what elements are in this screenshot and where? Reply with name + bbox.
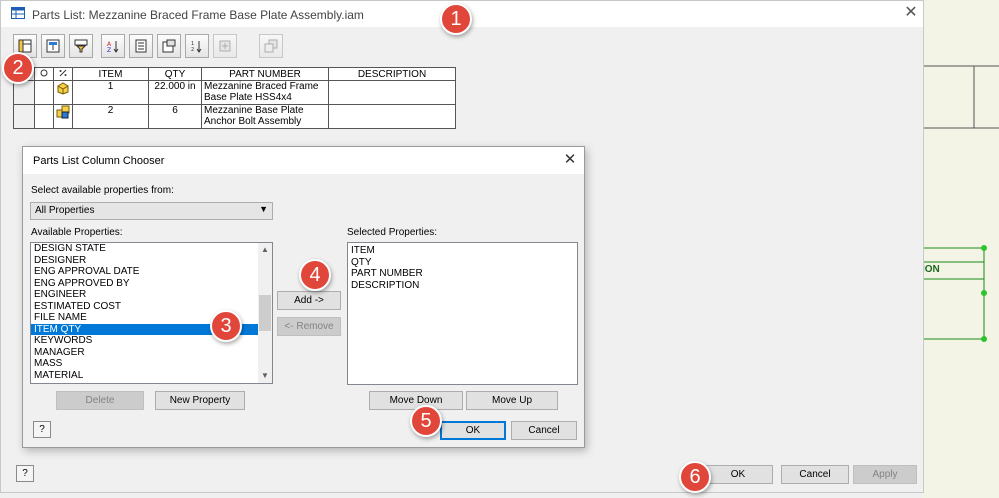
add-vault-item-button[interactable] (213, 34, 237, 58)
help-button[interactable]: ? (16, 465, 34, 482)
svg-text:2: 2 (191, 47, 194, 53)
drawing-canvas: ION (922, 0, 999, 498)
available-properties-label: Available Properties: (31, 227, 123, 238)
table-header-row: ITEM QTY PART NUMBER DESCRIPTION (13, 67, 456, 81)
percent-column-header[interactable] (53, 67, 73, 81)
callout-marker: 3 (210, 310, 242, 342)
close-icon[interactable]: ✕ (901, 3, 921, 23)
qty-cell[interactable]: 22.000 in (148, 80, 202, 105)
dialog-title-bar: Parts List Column Chooser ✕ (23, 147, 584, 174)
row-header[interactable] (13, 104, 35, 129)
column-chooser-icon (18, 39, 32, 53)
list-item[interactable]: ITEM (348, 245, 577, 257)
drawing-lines (922, 65, 999, 342)
group-settings-button[interactable] (41, 34, 65, 58)
column-header[interactable]: QTY (148, 67, 202, 81)
move-up-button[interactable]: Move Up (466, 391, 558, 410)
assembly-icon (56, 105, 70, 119)
dialog-title: Parts List Column Chooser (33, 155, 165, 167)
chevron-down-icon: ▼ (259, 204, 268, 214)
description-cell[interactable] (328, 104, 456, 129)
sort-button[interactable]: AZ (101, 34, 125, 58)
column-header[interactable]: ITEM (72, 67, 149, 81)
table-row[interactable]: 2 6 Mezzanine Base Plate Anchor Bolt Ass… (13, 104, 456, 129)
list-item[interactable]: DESCRIPTION (348, 280, 577, 292)
select-from-label: Select available properties from: (31, 185, 174, 196)
group-settings-icon (46, 39, 60, 53)
column-header[interactable]: DESCRIPTION (328, 67, 456, 81)
help-button[interactable]: ? (33, 421, 51, 438)
renumber-items-button[interactable]: 12 (185, 34, 209, 58)
qty-cell[interactable]: 6 (148, 104, 202, 129)
column-header[interactable]: PART NUMBER (201, 67, 329, 81)
list-item[interactable]: MASS (31, 358, 272, 370)
parts-list-table: ITEM QTY PART NUMBER DESCRIPTION 1 22.00… (13, 67, 456, 129)
part-number-cell[interactable]: Mezzanine Braced Frame Base Plate HSS4x4 (201, 80, 329, 105)
list-item[interactable]: MATERIAL (31, 370, 272, 382)
filter-settings-icon (74, 39, 88, 53)
drawing-text-fragment: ION (922, 264, 940, 275)
ok-button[interactable]: OK (440, 421, 506, 440)
callout-marker: 6 (679, 461, 711, 493)
selected-properties-label: Selected Properties: (347, 227, 438, 238)
part-number-cell[interactable]: Mezzanine Base Plate Anchor Bolt Assembl… (201, 104, 329, 129)
member-assembly-icon (264, 39, 278, 53)
part-type-cell (53, 104, 73, 129)
callout-marker: 5 (410, 405, 442, 437)
apply-button[interactable]: Apply (853, 465, 917, 484)
callout-marker: 2 (2, 52, 34, 84)
item-cell[interactable]: 1 (72, 80, 149, 105)
cancel-button[interactable]: Cancel (781, 465, 849, 484)
override-cell (34, 104, 54, 129)
callout-marker: 1 (440, 3, 472, 35)
table-layout-icon (162, 39, 176, 53)
delete-button[interactable]: Delete (56, 391, 144, 410)
list-item[interactable]: ENG APPROVED BY (31, 278, 272, 290)
property-source-dropdown[interactable]: All Properties ▼ (30, 202, 273, 220)
list-item[interactable]: QTY (348, 257, 577, 269)
scrollbar-thumb[interactable] (259, 295, 271, 331)
cancel-button[interactable]: Cancel (511, 421, 577, 440)
table-row[interactable]: 1 22.000 in Mezzanine Braced Frame Base … (13, 80, 456, 105)
scrollbar[interactable]: ▲ ▼ (258, 243, 272, 383)
part-icon (57, 82, 69, 95)
scroll-up-icon[interactable]: ▲ (258, 243, 272, 257)
scroll-down-icon[interactable]: ▼ (258, 369, 272, 383)
item-cell[interactable]: 2 (72, 104, 149, 129)
row-header[interactable] (13, 80, 35, 105)
percent-icon (59, 69, 67, 76)
list-item[interactable]: DESIGN STATE (31, 243, 272, 255)
list-item[interactable]: DESIGNER (31, 255, 272, 267)
list-item[interactable]: ENG APPROVAL DATE (31, 266, 272, 278)
override-icon (40, 69, 48, 76)
callout-marker: 4 (299, 259, 331, 291)
description-cell[interactable] (328, 80, 456, 105)
table-layout-button[interactable] (157, 34, 181, 58)
add-vault-item-icon (219, 40, 231, 52)
filter-settings-button[interactable] (69, 34, 93, 58)
ok-button[interactable]: OK (703, 465, 773, 484)
window-title: Parts List: Mezzanine Braced Frame Base … (32, 8, 364, 22)
close-icon[interactable]: ✕ (560, 150, 580, 170)
renumber-items-icon: 12 (191, 41, 202, 53)
list-item[interactable]: PART NUMBER (348, 268, 577, 280)
sort-icon: AZ (107, 41, 119, 53)
member-assembly-button[interactable] (259, 34, 283, 58)
list-item[interactable]: ESTIMATED COST (31, 301, 272, 313)
part-type-cell (53, 80, 73, 105)
dropdown-value: All Properties (35, 205, 95, 216)
export-icon (135, 39, 147, 53)
override-cell (34, 80, 54, 105)
column-chooser-dialog: Parts List Column Chooser ✕ Select avail… (22, 146, 585, 448)
remove-button[interactable]: <- Remove (277, 317, 341, 336)
add-button[interactable]: Add -> (277, 291, 341, 310)
parts-list-icon (11, 7, 25, 22)
list-item[interactable]: ENGINEER (31, 289, 272, 301)
override-column-header[interactable] (34, 67, 54, 81)
svg-text:Z: Z (107, 47, 111, 53)
export-button[interactable] (129, 34, 153, 58)
selected-properties-list[interactable]: ITEM QTY PART NUMBER DESCRIPTION (347, 242, 578, 385)
list-item[interactable]: MANAGER (31, 347, 272, 359)
new-property-button[interactable]: New Property (155, 391, 245, 410)
